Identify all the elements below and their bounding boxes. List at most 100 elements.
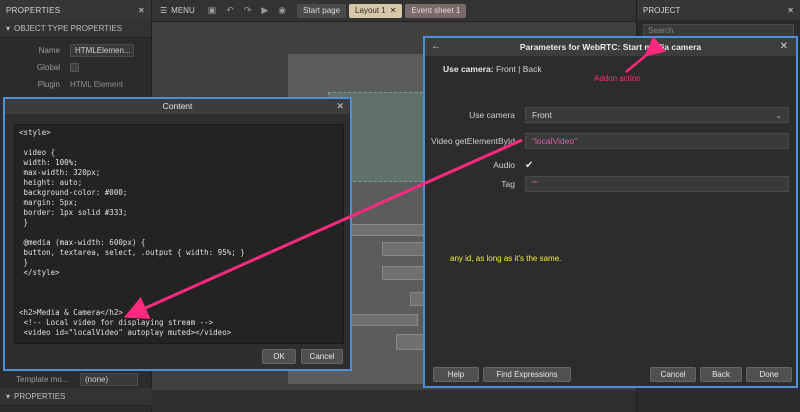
status-bar xyxy=(352,386,636,398)
dialog-title: Content xyxy=(162,101,193,111)
close-icon[interactable]: ✕ xyxy=(138,6,145,15)
code-line: max-width: 320px; xyxy=(19,168,101,177)
property-label: Plugin xyxy=(37,80,60,89)
user-icon[interactable]: ◉ xyxy=(273,5,291,16)
tab-start-page[interactable]: Start page xyxy=(297,3,347,18)
chevron-down-icon: ▾ xyxy=(6,24,11,33)
content-dialog: Content ✕ <style> video { width: 100%; m… xyxy=(3,97,352,371)
done-button[interactable]: Done xyxy=(746,367,792,382)
redo-icon[interactable]: ↷ xyxy=(239,5,257,16)
dialog-title: Parameters for WebRTC: Start media camer… xyxy=(519,42,702,52)
tab-label: Start page xyxy=(303,6,341,15)
ok-button[interactable]: OK xyxy=(262,349,296,364)
property-label: Global xyxy=(36,63,60,72)
template-mode-select[interactable]: (none) xyxy=(80,373,138,386)
property-row-template-mode: Template mo... (none) xyxy=(0,371,152,388)
param-row-video-id: Video getElementById "localVideo" xyxy=(425,130,796,152)
param-row-tag: Tag "" xyxy=(425,174,796,194)
code-line: button, textarea, select, .output { widt… xyxy=(19,248,245,257)
action-summary: Use camera: Front | Back xyxy=(443,64,542,74)
play-icon[interactable]: ▶ xyxy=(256,5,273,16)
code-line: width: 100%; xyxy=(19,158,78,167)
code-line: <video id="localVideo" autoplay muted></… xyxy=(19,328,232,337)
code-line: background-color: #000; xyxy=(19,188,128,197)
summary-value: Front | Back xyxy=(495,64,542,74)
property-label: Template mo... xyxy=(16,375,69,384)
tab-event-sheet-1[interactable]: Event sheet 1 xyxy=(405,3,467,18)
summary-label: Use camera: xyxy=(443,64,494,74)
close-icon[interactable]: ✕ xyxy=(787,6,794,15)
code-line: </style> xyxy=(19,268,60,277)
global-checkbox[interactable] xyxy=(70,63,79,72)
section-label: OBJECT TYPE PROPERTIES xyxy=(14,24,123,33)
code-line: margin: 5px; xyxy=(19,198,78,207)
code-line: <!-- Local video for displaying stream -… xyxy=(19,318,214,327)
annotation-id-note: any id, as long as it's the same. xyxy=(450,254,562,263)
code-line: @media (max-width: 600px) { xyxy=(19,238,146,247)
param-label: Audio xyxy=(493,160,515,170)
property-label: Name xyxy=(38,46,60,55)
param-label: Video getElementById xyxy=(431,136,515,146)
back-arrow-icon[interactable]: ← xyxy=(431,41,441,52)
code-line: border: 1px solid #333; xyxy=(19,208,128,217)
tab-layout-1[interactable]: Layout 1 ✕ xyxy=(349,3,403,18)
close-icon[interactable]: ✕ xyxy=(390,6,397,15)
project-title: PROJECT xyxy=(643,5,681,15)
code-line: <h2>Media & Camera</h2> xyxy=(19,308,123,317)
use-camera-value: Front xyxy=(532,110,552,120)
param-label: Tag xyxy=(501,179,515,189)
code-line: height: auto; xyxy=(19,178,83,187)
menu-button[interactable]: ☰ MENU xyxy=(152,6,203,15)
param-row-use-camera: Use camera Front ⌄ xyxy=(425,107,796,123)
layout-object[interactable] xyxy=(396,334,426,350)
section-object-type-properties[interactable]: ▾ OBJECT TYPE PROPERTIES xyxy=(0,20,151,38)
video-element-id-field[interactable]: "localVideo" xyxy=(525,133,789,149)
code-textarea[interactable]: <style> video { width: 100%; max-width: … xyxy=(14,124,344,344)
layout-object[interactable] xyxy=(410,292,424,306)
param-label: Use camera xyxy=(469,110,515,120)
parameters-dialog: ← Parameters for WebRTC: Start media cam… xyxy=(423,36,798,388)
hamburger-icon: ☰ xyxy=(160,6,168,15)
tab-label: Event sheet 1 xyxy=(411,6,461,15)
tag-field[interactable]: "" xyxy=(525,176,789,192)
content-dialog-title-bar: Content ✕ xyxy=(5,99,350,114)
property-row-name: Name HTMLElemen... xyxy=(0,42,151,59)
plugin-value: HTML Element xyxy=(70,80,124,89)
code-line: } xyxy=(19,258,29,267)
param-row-audio: Audio ✔ xyxy=(425,158,796,172)
name-field[interactable]: HTMLElemen... xyxy=(70,44,134,57)
chevron-down-icon: ⌄ xyxy=(775,110,782,120)
undo-icon[interactable]: ↶ xyxy=(221,5,239,16)
section-properties[interactable]: ▾ PROPERTIES xyxy=(0,388,152,406)
save-icon[interactable]: ▣ xyxy=(203,5,222,16)
property-row-global: Global xyxy=(0,59,151,76)
close-icon[interactable]: ✕ xyxy=(336,99,344,114)
find-expressions-button[interactable]: Find Expressions xyxy=(483,367,571,382)
main-toolbar: ☰ MENU ▣ ↶ ↷ ▶ ◉ Start page Layout 1 ✕ E… xyxy=(152,0,636,22)
code-line: } xyxy=(19,218,29,227)
properties-title: PROPERTIES xyxy=(6,5,61,15)
back-button[interactable]: Back xyxy=(700,367,742,382)
help-button[interactable]: Help xyxy=(433,367,479,382)
use-camera-select[interactable]: Front ⌄ xyxy=(525,107,789,123)
code-line: <style> xyxy=(19,128,51,137)
annotation-addon-action: Addon action xyxy=(594,74,641,83)
chevron-down-icon: ▾ xyxy=(6,392,11,401)
project-header: PROJECT ✕ xyxy=(637,0,800,20)
code-line: video { xyxy=(19,148,56,157)
cancel-button[interactable]: Cancel xyxy=(301,349,343,364)
cancel-button[interactable]: Cancel xyxy=(650,367,696,382)
layout-object[interactable] xyxy=(348,314,418,326)
close-icon[interactable]: ✕ xyxy=(780,41,788,52)
audio-checkbox[interactable]: ✔ xyxy=(525,160,533,171)
parameters-dialog-title-bar: ← Parameters for WebRTC: Start media cam… xyxy=(425,38,796,56)
property-row-plugin: Plugin HTML Element xyxy=(0,76,151,93)
menu-label: MENU xyxy=(171,6,195,15)
properties-header: PROPERTIES ✕ xyxy=(0,0,151,20)
tab-label: Layout 1 xyxy=(355,6,386,15)
